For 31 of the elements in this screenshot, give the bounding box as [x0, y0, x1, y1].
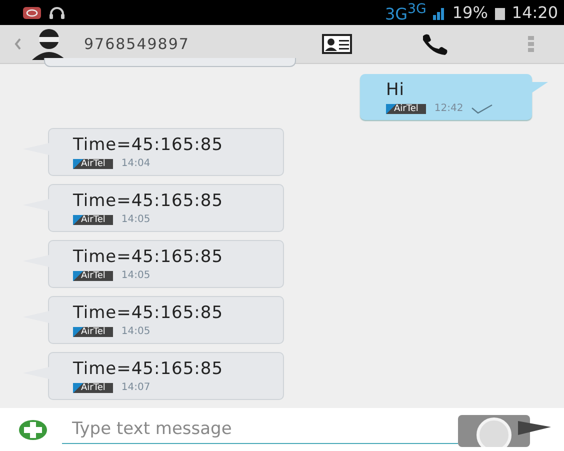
battery-icon	[494, 6, 506, 20]
send-icon[interactable]	[458, 412, 552, 446]
message-text: Time=45:165:85	[73, 247, 224, 267]
message-time: 14:04	[121, 158, 150, 169]
battery-percent: 19%	[452, 3, 488, 22]
add-icon[interactable]	[18, 418, 48, 440]
message-time: 12:42	[434, 103, 464, 114]
network-type: 3G$^{3G}$	[384, 2, 426, 24]
message-text: Time=45:165:85	[73, 135, 224, 155]
carrier-badge: AirTel	[386, 104, 426, 114]
message-text: Time=45:165:85	[73, 191, 224, 211]
message-input[interactable]: Type text message	[62, 415, 458, 444]
message-text: Hi	[386, 80, 406, 100]
phone-icon[interactable]	[420, 32, 450, 56]
carrier-badge: AirTel	[73, 270, 114, 280]
message-text: Time=45:165:85	[73, 359, 224, 379]
app-notification-icon	[22, 6, 42, 20]
signal-icon	[432, 6, 446, 20]
message-time: 14:05	[121, 326, 150, 337]
carrier-badge: AirTel	[73, 214, 114, 224]
message-time: 14:05	[121, 270, 150, 281]
message-time: 14:07	[121, 382, 150, 393]
message-text: Time=45:165:85	[73, 303, 224, 323]
carrier-badge: AirTel	[73, 382, 114, 392]
carrier-badge: AirTel	[73, 158, 114, 168]
clock: 14:20	[512, 3, 558, 22]
contact-number: 9768549897	[84, 35, 190, 53]
carrier-badge: AirTel	[73, 326, 114, 336]
headphones-icon	[48, 6, 66, 20]
contact-card-icon[interactable]	[322, 34, 352, 54]
message-time: 14:05	[121, 214, 150, 225]
